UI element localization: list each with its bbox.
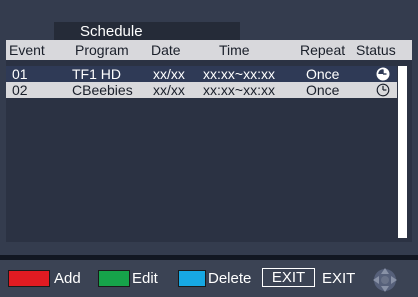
event-cell: 02	[12, 82, 28, 98]
time-cell: xx:xx~xx:xx	[203, 66, 275, 82]
time-cell: xx:xx~xx:xx	[203, 82, 275, 98]
program-cell: CBeebies	[72, 82, 133, 98]
clock-icon	[376, 67, 390, 81]
green-key-icon	[98, 270, 130, 287]
page-title: Schedule	[54, 22, 240, 41]
column-header-date: Date	[151, 42, 181, 58]
date-cell: xx/xx	[153, 66, 185, 82]
blue-key-icon	[178, 270, 206, 287]
exit-label[interactable]: EXIT	[322, 270, 355, 287]
program-cell: TF1 HD	[72, 66, 121, 82]
column-header-event: Event	[9, 42, 45, 58]
dpad-icon	[373, 268, 397, 292]
delete-label[interactable]: Delete	[208, 270, 251, 287]
repeat-cell: Once	[306, 66, 340, 82]
help-bar: Add Edit Delete EXIT EXIT	[0, 260, 418, 297]
event-cell: 01	[12, 66, 28, 82]
column-header-status: Status	[356, 42, 396, 58]
red-key-icon	[8, 270, 50, 287]
date-cell: xx/xx	[153, 82, 185, 98]
table-header: Event Program Date Time Repeat Status	[6, 40, 412, 60]
edit-label[interactable]: Edit	[132, 270, 158, 287]
column-header-program: Program	[75, 42, 129, 58]
schedule-panel: Event Program Date Time Repeat Status 01…	[6, 40, 412, 242]
table-row[interactable]: 02 CBeebies xx/xx xx:xx~xx:xx Once	[6, 82, 398, 98]
schedule-screen: Schedule Event Program Date Time Repeat …	[0, 0, 418, 297]
table-row[interactable]: 01 TF1 HD xx/xx xx:xx~xx:xx Once	[6, 66, 398, 82]
scrollbar[interactable]	[398, 66, 407, 238]
exit-key-icon: EXIT	[262, 268, 315, 287]
add-label[interactable]: Add	[54, 270, 81, 287]
repeat-cell: Once	[306, 82, 340, 98]
column-header-repeat: Repeat	[300, 42, 346, 58]
clock-icon	[376, 83, 390, 97]
column-header-time: Time	[219, 42, 250, 58]
